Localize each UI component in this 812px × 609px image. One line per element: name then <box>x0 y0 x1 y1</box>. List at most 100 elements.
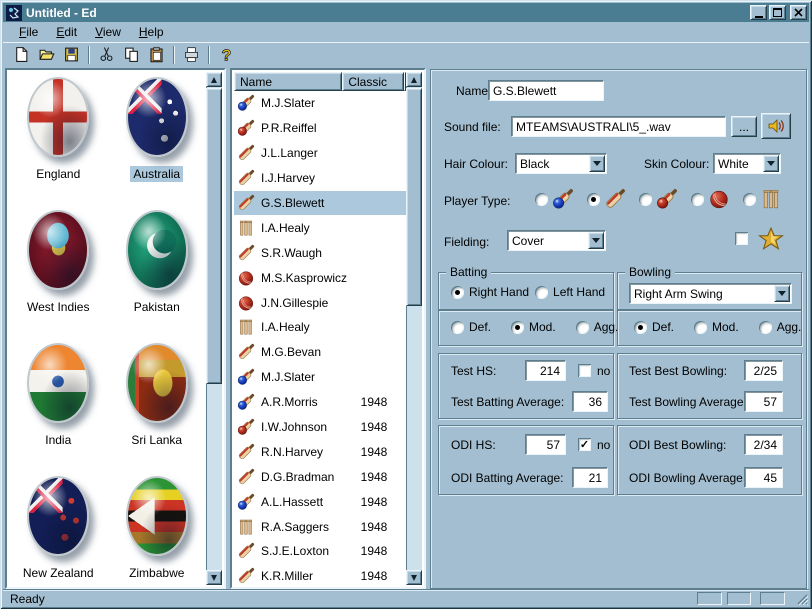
toolbar-button[interactable] <box>208 46 210 64</box>
star-player-checkbox[interactable] <box>735 232 748 245</box>
radio-button[interactable] <box>451 286 464 299</box>
radio-button[interactable] <box>511 321 524 334</box>
scrollbar-thumb[interactable] <box>406 88 422 306</box>
column-header-name[interactable]: Name <box>234 72 342 91</box>
player-type-option[interactable] <box>691 188 730 210</box>
aggression-option[interactable]: Mod. <box>694 320 739 334</box>
toolbar-button[interactable] <box>119 44 144 66</box>
aggression-option[interactable]: Def. <box>634 320 674 334</box>
team-name-label[interactable]: Zimbabwe <box>126 565 187 581</box>
player-type-option[interactable] <box>639 188 678 210</box>
player-row[interactable]: A.L.Hassett 1948 <box>234 489 406 514</box>
player-row[interactable]: D.G.Bradman 1948 <box>234 464 406 489</box>
title-bar[interactable]: Untitled - Ed <box>3 3 809 22</box>
toolbar-button[interactable] <box>214 44 239 66</box>
team-name-label[interactable]: Pakistan <box>131 299 183 315</box>
odi-hs-input[interactable]: 57 <box>525 434 566 455</box>
fielding-select[interactable]: Cover <box>507 230 606 251</box>
dropdown-button[interactable] <box>774 285 790 302</box>
resize-grip[interactable] <box>795 592 808 605</box>
team-flag-ball[interactable] <box>126 343 188 423</box>
toolbar-button[interactable] <box>34 44 59 66</box>
browse-button[interactable]: ... <box>731 116 757 137</box>
team-item[interactable]: India <box>9 338 108 471</box>
team-item[interactable]: Pakistan <box>108 205 207 338</box>
toolbar-button[interactable] <box>59 44 84 66</box>
test-best-bowling-input[interactable]: 2/25 <box>744 360 783 381</box>
scroll-up-button[interactable] <box>206 72 222 87</box>
player-row[interactable]: I.A.Healy <box>234 315 406 340</box>
team-name-label[interactable]: New Zealand <box>20 565 97 581</box>
test-hs-notout-checkbox[interactable] <box>578 364 591 377</box>
radio-button[interactable] <box>587 193 600 206</box>
menu-item[interactable]: Help <box>130 24 173 41</box>
scroll-down-button[interactable] <box>206 570 222 585</box>
player-row[interactable]: S.R.Waugh <box>234 240 406 265</box>
player-row[interactable]: S.J.E.Loxton 1948 <box>234 539 406 564</box>
radio-button[interactable] <box>451 321 464 334</box>
team-name-label[interactable]: Australia <box>130 166 183 182</box>
player-type-option[interactable] <box>587 188 626 210</box>
radio-button[interactable] <box>535 286 548 299</box>
name-input[interactable]: G.S.Blewett <box>488 80 604 101</box>
player-row[interactable]: M.G.Bevan <box>234 340 406 365</box>
test-hs-input[interactable]: 214 <box>525 360 566 381</box>
menu-item[interactable]: File <box>10 24 47 41</box>
column-header-classic[interactable]: Classic <box>342 72 404 91</box>
team-scrollbar[interactable] <box>206 72 222 585</box>
scroll-down-button[interactable] <box>406 570 422 585</box>
radio-button[interactable] <box>694 321 707 334</box>
aggression-option[interactable]: Agg. <box>759 320 802 334</box>
toolbar-button[interactable] <box>94 44 119 66</box>
close-button[interactable] <box>790 5 807 20</box>
sound-file-input[interactable]: MTEAMS\AUSTRALI\5_.wav <box>511 116 726 137</box>
maximize-button[interactable] <box>769 5 786 20</box>
toolbar-button[interactable] <box>9 44 34 66</box>
player-row[interactable]: J.L.Langer <box>234 141 406 166</box>
player-row[interactable]: M.J.Slater <box>234 365 406 390</box>
team-item[interactable]: Sri Lanka <box>108 338 207 471</box>
radio-button[interactable] <box>535 193 548 206</box>
bowling-style-select[interactable]: Right Arm Swing <box>629 283 792 304</box>
player-row[interactable]: I.J.Harvey <box>234 166 406 191</box>
dropdown-button[interactable] <box>589 155 605 172</box>
player-row[interactable]: I.A.Healy <box>234 215 406 240</box>
player-row[interactable]: R.A.Saggers 1948 <box>234 514 406 539</box>
test-batting-average-input[interactable]: 36 <box>572 391 608 412</box>
team-flag-ball[interactable] <box>27 210 89 290</box>
player-row[interactable]: R.N.Harvey 1948 <box>234 439 406 464</box>
play-sound-button[interactable] <box>761 113 791 139</box>
toolbar-button[interactable] <box>173 46 175 64</box>
odi-batting-average-input[interactable]: 21 <box>572 467 608 488</box>
toolbar-button[interactable] <box>144 44 169 66</box>
player-type-option[interactable] <box>743 188 782 210</box>
player-row[interactable]: K.R.Miller 1948 <box>234 564 406 585</box>
team-item[interactable]: New Zealand <box>9 471 108 585</box>
dropdown-button[interactable] <box>763 155 779 172</box>
odi-best-bowling-input[interactable]: 2/34 <box>744 434 783 455</box>
team-name-label[interactable]: West Indies <box>24 299 92 315</box>
team-flag-ball[interactable] <box>126 77 188 157</box>
dropdown-button[interactable] <box>588 232 604 249</box>
team-flag-ball[interactable] <box>126 210 188 290</box>
team-item[interactable]: West Indies <box>9 205 108 338</box>
team-item[interactable]: England <box>9 72 108 205</box>
team-flag-ball[interactable] <box>27 476 89 556</box>
team-flag-ball[interactable] <box>27 343 89 423</box>
player-row[interactable]: M.S.Kasprowicz <box>234 265 406 290</box>
player-row[interactable]: A.R.Morris 1948 <box>234 390 406 415</box>
player-row[interactable]: M.J.Slater <box>234 91 406 116</box>
odi-hs-notout-checkbox[interactable] <box>578 438 591 451</box>
hair-colour-select[interactable]: Black <box>515 153 607 174</box>
radio-button[interactable] <box>639 193 652 206</box>
toolbar-button[interactable] <box>88 46 90 64</box>
team-name-label[interactable]: India <box>42 432 74 448</box>
radio-button[interactable] <box>759 321 772 334</box>
player-row[interactable]: G.S.Blewett <box>234 191 406 216</box>
test-bowling-average-input[interactable]: 57 <box>744 391 783 412</box>
minimize-button[interactable] <box>750 5 767 20</box>
odi-bowling-average-input[interactable]: 45 <box>744 467 783 488</box>
radio-button[interactable] <box>743 193 756 206</box>
menu-item[interactable]: Edit <box>47 24 86 41</box>
radio-button[interactable] <box>576 321 589 334</box>
